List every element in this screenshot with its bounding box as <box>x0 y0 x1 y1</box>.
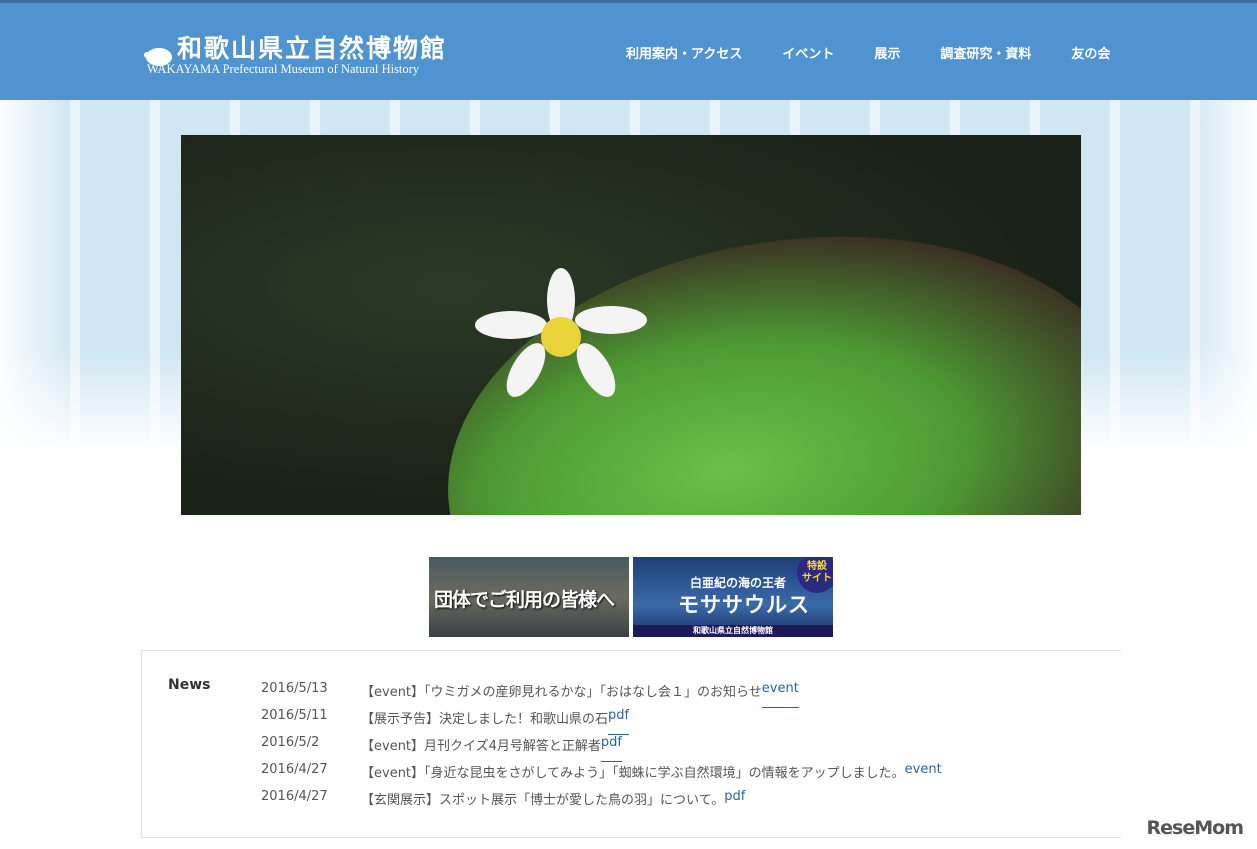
news-title: News <box>168 677 211 693</box>
news-item: 2016/4/27 【玄関展示】スポット展示「博士が愛した鳥の羽」について。 pdf <box>261 789 942 816</box>
news-item: 2016/5/11 【展示予告】決定しました！和歌山県の石 pdf <box>261 708 942 735</box>
news-text: 【event】「ウミガメの産卵見れるかな」「おはなし会１」のお知らせ <box>361 685 762 700</box>
nav-events[interactable]: イベント <box>782 43 834 62</box>
nav-exhibits[interactable]: 展示 <box>874 43 900 62</box>
news-item: 2016/4/27 【event】「身近な昆虫をさがしてみよう」「蜘蛛に学ぶ自然環… <box>261 762 942 789</box>
logo-title: 和歌山県立自然博物館 <box>177 34 448 63</box>
site-header: 和歌山県立自然博物館 WAKAYAMA Prefectural Museum o… <box>0 0 1257 100</box>
news-text: 【event】「身近な昆虫をさがしてみよう」「蜘蛛に学ぶ自然環境」の情報をアップ… <box>361 766 905 781</box>
news-link[interactable]: event <box>905 762 942 789</box>
news-date: 2016/5/11 <box>261 708 328 723</box>
mosasaurus-banner[interactable]: 白亜紀の海の王者 モササウルス 特設 サイト 和歌山県立自然博物館 <box>633 557 833 637</box>
news-date: 2016/5/2 <box>261 735 320 750</box>
news-item: 2016/5/13 【event】「ウミガメの産卵見れるかな」「おはなし会１」のお… <box>261 681 942 708</box>
news-link[interactable]: event <box>761 681 799 708</box>
nav-access[interactable]: 利用案内・アクセス <box>626 43 742 62</box>
main-nav: 利用案内・アクセス イベント 展示 調査研究・資料 友の会 <box>626 43 1150 62</box>
news-item: 2016/5/2 【event】月刊クイズ4月号解答と正解者 pdf <box>261 735 942 762</box>
logo-subtitle: WAKAYAMA Prefectural Museum of Natural H… <box>147 62 420 76</box>
hero-image <box>181 135 1081 515</box>
banner-row: 団体でご利用の皆様へ 白亜紀の海の王者 モササウルス 特設 サイト 和歌山県立自然… <box>429 557 833 637</box>
site-logo[interactable]: 和歌山県立自然博物館 WAKAYAMA Prefectural Museum o… <box>143 35 447 76</box>
nav-friends[interactable]: 友の会 <box>1071 43 1110 62</box>
news-text: 【展示予告】決定しました！和歌山県の石 <box>361 712 609 727</box>
mosa-title: モササウルス <box>678 593 810 617</box>
mosa-footer: 和歌山県立自然博物館 <box>633 625 833 637</box>
flower-image <box>475 268 647 397</box>
news-link[interactable]: pdf <box>608 708 630 735</box>
news-text: 【玄関展示】スポット展示「博士が愛した鳥の羽」について。 <box>361 793 725 808</box>
news-date: 2016/4/27 <box>261 789 328 804</box>
news-link[interactable]: pdf <box>724 789 745 816</box>
news-text: 【event】月刊クイズ4月号解答と正解者 <box>361 739 601 754</box>
resemom-watermark: ReseMom <box>1146 817 1244 839</box>
group-visit-banner[interactable]: 団体でご利用の皆様へ <box>429 557 629 637</box>
special-site-badge: 特設 サイト <box>797 557 833 593</box>
news-date: 2016/5/13 <box>261 681 328 696</box>
news-link[interactable]: pdf <box>600 735 623 762</box>
nav-research[interactable]: 調査研究・資料 <box>940 43 1031 62</box>
news-section: News 2016/5/13 【event】「ウミガメの産卵見れるかな」「おはなし… <box>141 650 1121 838</box>
group-banner-text: 団体でご利用の皆様へ <box>434 589 615 611</box>
news-date: 2016/4/27 <box>261 762 328 777</box>
